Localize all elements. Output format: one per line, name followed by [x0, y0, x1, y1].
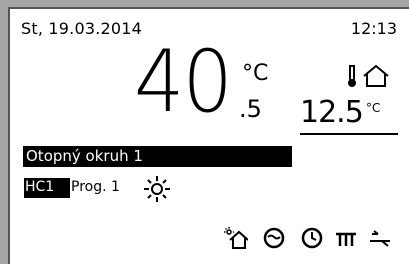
- display-screen: St, 19.03.2014 12:13 40 °C .5 12.5 °C Ot…: [8, 7, 409, 264]
- sun-icon: [144, 176, 170, 202]
- thermometer-house-icon: [348, 64, 389, 87]
- ventilation-icon: [370, 230, 390, 247]
- heating-circuit-label[interactable]: Otopný okruh 1: [26, 147, 143, 165]
- outdoor-temperature-unit: °C: [366, 101, 381, 115]
- room-temperature: 40: [134, 32, 233, 132]
- room-temperature-decimal: .5: [239, 95, 262, 123]
- radiator-icon: [336, 232, 356, 246]
- date-display: St, 19.03.2014: [21, 19, 143, 38]
- room-temperature-unit: °C: [242, 61, 269, 86]
- solar-house-icon: [224, 227, 248, 249]
- hc-label: HC1: [25, 179, 55, 195]
- hot-water-icon: [263, 227, 285, 249]
- outdoor-temperature-underline: [300, 133, 398, 135]
- time-display: 12:13: [350, 19, 397, 38]
- program-label: Prog. 1: [71, 179, 120, 195]
- outdoor-temperature: 12.5: [300, 95, 364, 130]
- clock-icon: [301, 227, 323, 249]
